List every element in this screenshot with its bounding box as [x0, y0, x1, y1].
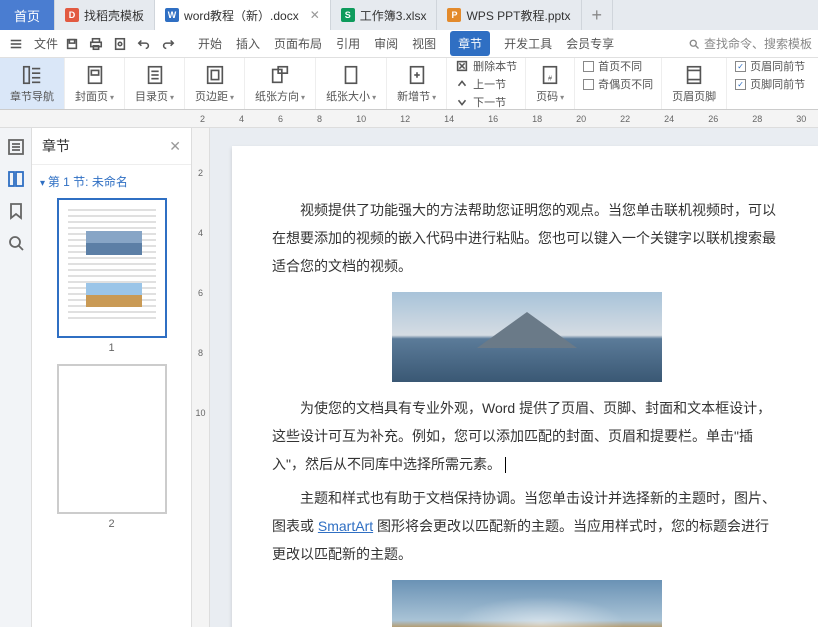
menu-icon[interactable]: [6, 34, 26, 54]
tab-spreadsheet[interactable]: S 工作簿3.xlsx: [331, 0, 438, 30]
rail-section-icon[interactable]: [7, 170, 25, 188]
menu-vip[interactable]: 会员专享: [566, 31, 614, 56]
menu-review[interactable]: 审阅: [374, 31, 398, 56]
up-icon: [455, 77, 469, 91]
tab-add[interactable]: +: [582, 0, 614, 30]
nav-icon: [21, 64, 43, 86]
close-panel-icon[interactable]: ✕: [169, 138, 181, 155]
image-mountain[interactable]: [392, 292, 662, 382]
size-icon: [340, 64, 362, 86]
vertical-ruler: 246810: [192, 128, 210, 627]
tab-templates[interactable]: D 找稻壳模板: [55, 0, 155, 30]
thumbnail-page-1[interactable]: [57, 198, 167, 338]
docer-icon: D: [65, 8, 79, 22]
svg-text:#: #: [548, 73, 553, 82]
image-lake[interactable]: [392, 580, 662, 627]
undo-icon[interactable]: [134, 34, 154, 54]
window-tabs: 首页 D 找稻壳模板 W word教程（新）.docx ✕ S 工作簿3.xls…: [0, 0, 818, 30]
plus-icon: +: [592, 5, 603, 26]
redo-icon[interactable]: [158, 34, 178, 54]
print-icon[interactable]: [86, 34, 106, 54]
ribbon-size[interactable]: 纸张大小: [316, 58, 387, 109]
ppt-icon: P: [447, 8, 461, 22]
menu-section[interactable]: 章节: [450, 31, 490, 56]
tab-word-doc[interactable]: W word教程（新）.docx ✕: [155, 0, 331, 30]
ribbon-margin[interactable]: 页边距: [185, 58, 245, 109]
menu-dev[interactable]: 开发工具: [504, 31, 552, 56]
sheet-icon: S: [341, 8, 355, 22]
newsec-icon: [406, 64, 428, 86]
menu-view[interactable]: 视图: [412, 31, 436, 56]
thumbnail-page-2[interactable]: [57, 364, 167, 514]
paragraph: 主题和样式也有助于文档保持协调。当您单击设计并选择新的主题时，图片、图表或 Sm…: [272, 484, 782, 568]
margin-icon: [204, 64, 226, 86]
left-rail: [0, 128, 32, 627]
rail-outline-icon[interactable]: [7, 138, 25, 156]
ribbon-newsec[interactable]: 新增节: [387, 58, 447, 109]
menu-tabs: 开始 插入 页面布局 引用 审阅 视图 章节 开发工具 会员专享: [198, 31, 614, 56]
check-link-header[interactable]: ✓页眉同前节: [735, 58, 805, 74]
menu-start[interactable]: 开始: [198, 31, 222, 56]
nav-body: 第 1 节: 未命名 1 2: [32, 165, 191, 627]
checkbox-icon: ✓: [735, 79, 746, 90]
tab-label: 找稻壳模板: [84, 7, 144, 24]
horizontal-ruler: 2468101214161820222426283032343638404244…: [0, 110, 818, 128]
search-icon: [688, 38, 700, 50]
ribbon-toc[interactable]: 目录页: [125, 58, 185, 109]
menu-insert[interactable]: 插入: [236, 31, 260, 56]
rail-search-icon[interactable]: [7, 234, 25, 252]
ribbon-orient[interactable]: 纸张方向: [245, 58, 316, 109]
ribbon-headerfooter[interactable]: 页眉页脚: [662, 58, 727, 109]
file-menu[interactable]: 文件: [34, 35, 58, 52]
delete-icon: [455, 59, 469, 73]
section-node[interactable]: 第 1 节: 未命名: [40, 173, 183, 190]
ribbon-nav[interactable]: 章节导航: [0, 58, 65, 109]
main-area: 章节 ✕ 第 1 节: 未命名 1 2 246810 视频提供了功能强大的方法帮…: [0, 128, 818, 627]
paragraph: 视频提供了功能强大的方法帮助您证明您的观点。当您单击联机视频时，可以在想要添加的…: [272, 196, 782, 280]
ribbon-cover[interactable]: 封面页: [65, 58, 125, 109]
smartart-link[interactable]: SmartArt: [318, 518, 373, 534]
check-diff-oddeven[interactable]: 奇偶页不同: [583, 76, 653, 92]
menu-layout[interactable]: 页面布局: [274, 31, 322, 56]
tab-ppt[interactable]: P WPS PPT教程.pptx: [437, 0, 581, 30]
cover-icon: [84, 64, 106, 86]
tab-home[interactable]: 首页: [0, 0, 55, 30]
search-box[interactable]: 查找命令、搜索模板: [688, 35, 812, 52]
pagenum-icon: #: [539, 64, 561, 86]
checkbox-icon: [583, 79, 594, 90]
nav-panel: 章节 ✕ 第 1 节: 未命名 1 2: [32, 128, 192, 627]
tab-label: word教程（新）.docx: [184, 7, 299, 24]
close-icon[interactable]: ✕: [310, 8, 320, 22]
thumb-label-1: 1: [40, 342, 183, 354]
nav-title: 章节: [42, 136, 70, 156]
orient-icon: [269, 64, 291, 86]
check-diff-first[interactable]: 首页不同: [583, 58, 653, 74]
document-area[interactable]: 246810 视频提供了功能强大的方法帮助您证明您的观点。当您单击联机视频时，可…: [192, 128, 818, 627]
headerfooter-icon: [683, 64, 705, 86]
rail-bookmark-icon[interactable]: [7, 202, 25, 220]
menu-reference[interactable]: 引用: [336, 31, 360, 56]
tab-label: WPS PPT教程.pptx: [466, 7, 570, 24]
down-icon: [455, 95, 469, 109]
ribbon: 章节导航 封面页 目录页 页边距 纸张方向 纸张大小 新增节 删除本节 上一节 …: [0, 58, 818, 110]
text-cursor: [505, 457, 506, 473]
search-placeholder: 查找命令、搜索模板: [704, 35, 812, 52]
ribbon-nextsec[interactable]: 下一节: [455, 94, 517, 110]
word-icon: W: [165, 8, 179, 22]
check-link-footer[interactable]: ✓页脚同前节: [735, 76, 805, 92]
toc-icon: [144, 64, 166, 86]
ribbon-delsec[interactable]: 删除本节: [455, 58, 517, 74]
tab-label: 工作簿3.xlsx: [360, 7, 427, 24]
paragraph: 为使您的文档具有专业外观，Word 提供了页眉、页脚、封面和文本框设计，这些设计…: [272, 394, 782, 478]
document-page[interactable]: 视频提供了功能强大的方法帮助您证明您的观点。当您单击联机视频时，可以在想要添加的…: [232, 146, 818, 627]
ribbon-pagenum[interactable]: # 页码: [526, 58, 575, 109]
toolbar: 文件 开始 插入 页面布局 引用 审阅 视图 章节 开发工具 会员专享 查找命令…: [0, 30, 818, 58]
preview-icon[interactable]: [110, 34, 130, 54]
ribbon-prevsec[interactable]: 上一节: [455, 76, 517, 92]
checkbox-icon: ✓: [735, 61, 746, 72]
save-icon[interactable]: [62, 34, 82, 54]
checkbox-icon: [583, 61, 594, 72]
nav-header: 章节 ✕: [32, 128, 191, 165]
thumb-label-2: 2: [40, 518, 183, 530]
